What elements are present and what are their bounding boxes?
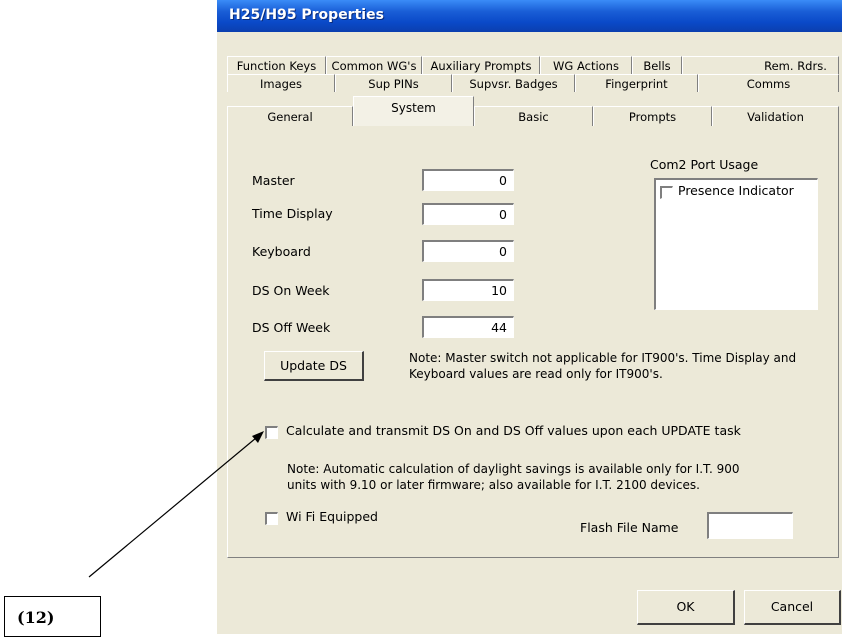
callout-label-box: (12) bbox=[4, 596, 101, 637]
callout-arrow bbox=[88, 431, 264, 578]
callout-label: (12) bbox=[17, 608, 55, 627]
